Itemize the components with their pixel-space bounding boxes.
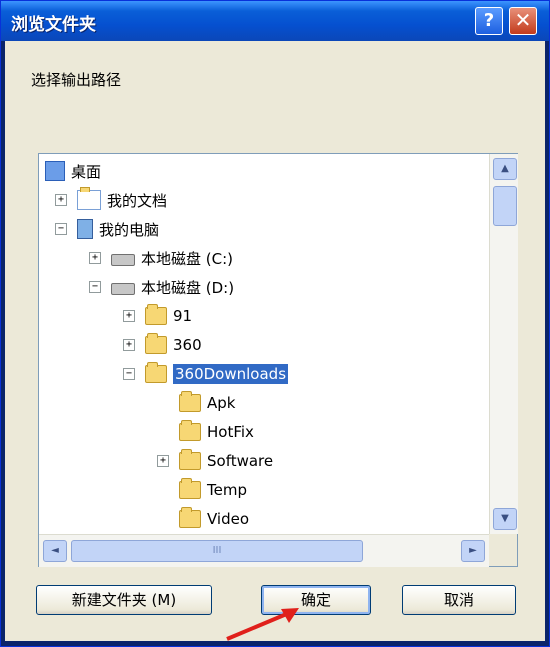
desktop-icon — [45, 161, 65, 181]
vertical-scrollbar[interactable]: ▲ ▼ — [489, 154, 518, 534]
tree-item[interactable]: +360 — [123, 332, 202, 358]
scroll-left-button[interactable]: ◄ — [43, 540, 67, 562]
tree-item-label: 360 — [173, 336, 202, 354]
expand-icon[interactable]: + — [123, 310, 135, 322]
folder-icon — [179, 420, 201, 441]
folder-icon — [145, 362, 167, 383]
collapse-icon[interactable]: − — [89, 281, 101, 293]
close-button[interactable]: ✕ — [509, 7, 537, 35]
folder-icon — [179, 449, 201, 470]
my-computer-icon — [77, 219, 93, 239]
tree-item[interactable]: Apk — [157, 390, 235, 416]
tree-item-label: HotFix — [207, 423, 254, 441]
tree-item[interactable]: − 我的电脑 — [55, 216, 159, 242]
collapse-icon[interactable]: − — [55, 223, 67, 235]
expand-icon[interactable]: + — [89, 252, 101, 264]
tree-item-label: Video — [207, 510, 250, 528]
tree-item-label: 本地磁盘 (D:) — [141, 278, 235, 297]
tree-item[interactable]: Temp — [157, 477, 247, 503]
folder-icon — [179, 391, 201, 412]
folder-icon — [145, 333, 167, 354]
folder-icon — [179, 478, 201, 499]
tree-item-label: 91 — [173, 307, 193, 325]
prompt-text: 选择输出路径 — [31, 71, 122, 89]
new-folder-button[interactable]: 新建文件夹 (M) — [36, 585, 212, 615]
tree-rows: 桌面 + 我的文档 − 我的电脑 + 本地磁盘 (C:) − 本地磁盘 (D:) +91 +360−… — [39, 154, 489, 534]
collapse-icon[interactable]: − — [123, 368, 135, 380]
scroll-down-button[interactable]: ▼ — [493, 508, 517, 530]
annotation-arrow-icon — [226, 608, 299, 641]
tree-item[interactable]: + Software — [157, 448, 273, 474]
expand-icon[interactable]: + — [55, 194, 67, 206]
tree-item[interactable]: − 本地磁盘 (D:) — [89, 274, 234, 300]
scroll-right-button[interactable]: ► — [461, 540, 485, 562]
horizontal-scrollbar[interactable]: ◄ III ► — [39, 534, 489, 567]
scroll-thumb[interactable] — [493, 186, 517, 226]
folder-tree[interactable]: 桌面 + 我的文档 − 我的电脑 + 本地磁盘 (C:) − 本地磁盘 (D:) +91 +360−… — [38, 153, 518, 567]
cancel-button[interactable]: 取消 — [402, 585, 516, 615]
tree-item[interactable]: 桌面 — [45, 158, 101, 184]
dialog-body: 选择输出路径 桌面 + 我的文档 − 我的电脑 + 本地磁盘 (C:) − 本地磁盘 (D:) +… — [5, 41, 545, 641]
tree-item-label: Software — [207, 452, 274, 470]
expand-icon[interactable]: + — [157, 455, 169, 467]
help-button[interactable]: ? — [475, 7, 503, 35]
tree-item-label: 本地磁盘 (C:) — [141, 249, 233, 268]
hard-disk-icon — [111, 254, 135, 266]
scroll-up-button[interactable]: ▲ — [493, 158, 517, 180]
tree-item[interactable]: + 我的文档 — [55, 187, 167, 213]
horizontal-scroll-thumb[interactable]: III — [71, 540, 363, 562]
browse-folder-dialog: 浏览文件夹 ? ✕ 选择输出路径 桌面 + 我的文档 − 我的电脑 + 本地磁盘 (C:) −… — [0, 0, 550, 647]
expand-icon[interactable]: + — [123, 339, 135, 351]
tree-item-label: Temp — [207, 481, 247, 499]
window-title: 浏览文件夹 — [11, 15, 96, 35]
tree-item[interactable]: Video — [157, 506, 249, 532]
tree-item[interactable]: +91 — [123, 303, 192, 329]
my-documents-icon — [77, 187, 101, 210]
folder-icon — [145, 304, 167, 325]
tree-item[interactable]: HotFix — [157, 419, 254, 445]
title-bar[interactable]: 浏览文件夹 ? ✕ — [1, 1, 549, 41]
tree-item[interactable]: − 360Downloads — [123, 361, 289, 387]
tree-item-label: 360Downloads — [173, 364, 289, 384]
tree-item-label: Apk — [207, 394, 236, 412]
tree-item-label: 我的电脑 — [99, 220, 160, 239]
scroll-corner — [489, 534, 517, 566]
folder-icon — [179, 507, 201, 528]
tree-item-label: 我的文档 — [107, 191, 168, 210]
tree-item-label: 桌面 — [71, 162, 102, 181]
hard-disk-icon — [111, 283, 135, 295]
tree-item[interactable]: + 本地磁盘 (C:) — [89, 245, 233, 271]
